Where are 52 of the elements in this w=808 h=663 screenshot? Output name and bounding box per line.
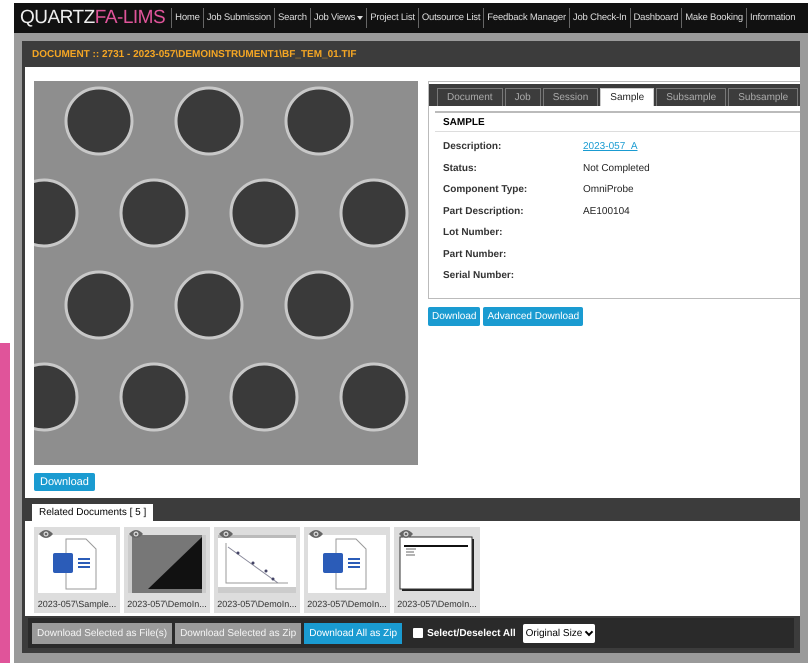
document-thumbnail-card[interactable]: 2023-057\Sample... <box>34 527 120 613</box>
nav-link[interactable]: Job Check-In <box>568 8 630 28</box>
tab[interactable]: Subsample <box>656 88 726 106</box>
field-label: Lot Number: <box>443 226 504 240</box>
nav-link[interactable]: Job Views <box>310 8 366 28</box>
document-thumbnail-card[interactable]: 2023-057\DemoIn... <box>124 527 210 613</box>
field-label: Part Number: <box>443 248 508 262</box>
field-value: Not Completed <box>583 162 650 176</box>
tab[interactable]: Subsample <box>728 88 798 106</box>
nav-link[interactable]: Home <box>171 8 203 28</box>
field-label: Part Description: <box>443 204 525 219</box>
field-label: Status: <box>443 162 478 176</box>
nav-link[interactable]: Project List <box>366 8 418 28</box>
field-label: Description: <box>443 140 502 154</box>
field-label: Component Type: <box>443 183 528 198</box>
nav-link[interactable]: Outsource List <box>418 8 484 28</box>
field-value: OmniProbe <box>583 183 634 198</box>
section-title: SAMPLE <box>435 113 800 132</box>
document-name: 2023-057\DemoIn... <box>127 598 207 611</box>
tab[interactable]: Session <box>542 88 598 106</box>
document-name: 2023-057\DemoIn... <box>397 598 477 611</box>
word-document-icon <box>308 535 386 593</box>
eye-icon[interactable] <box>38 529 54 539</box>
nav-link[interactable]: Job Submission <box>202 8 274 28</box>
tab[interactable]: Document <box>437 88 503 106</box>
document-name: 2023-057\DemoIn... <box>217 598 297 611</box>
related-documents-tab[interactable]: Related Documents [ 5 ] <box>32 504 154 521</box>
field-label: Serial Number: <box>443 269 516 284</box>
panel-title: DOCUMENT :: 2731 - 2023-057\DEMOINSTRUMENT1\BF_TEM_01.TIF <box>31 48 358 62</box>
word-document-icon <box>38 535 116 593</box>
document-name: 2023-057\Sample... <box>38 598 116 611</box>
field-value: AE100104 <box>583 204 630 219</box>
document-thumbnail-card[interactable]: 2023-057\DemoIn... <box>394 527 480 613</box>
eye-icon[interactable] <box>308 529 324 539</box>
eye-icon[interactable] <box>218 529 234 539</box>
logo-text: QUARTZ <box>20 6 95 30</box>
nav-link[interactable]: Feedback Manager <box>483 8 569 28</box>
tab[interactable]: Sample <box>600 88 654 106</box>
size-dropdown[interactable]: Original Size <box>522 624 596 642</box>
tab[interactable]: Job <box>504 88 541 106</box>
nav-link[interactable]: Information <box>746 8 798 28</box>
caret-icon <box>357 16 364 20</box>
checkbox[interactable] <box>413 628 424 638</box>
nav-link[interactable]: Make Booking <box>681 8 746 28</box>
nav-link[interactable]: Search <box>274 8 310 28</box>
document-thumbnail-card[interactable]: 2023-057\DemoIn... <box>214 527 300 613</box>
document-thumbnail-card[interactable]: 2023-057\DemoIn... <box>304 527 390 613</box>
document-name: 2023-057\DemoIn... <box>307 598 387 611</box>
nav-link[interactable]: Dashboard <box>630 8 682 28</box>
logo-text: FA-LIMS <box>94 6 166 30</box>
eye-icon[interactable] <box>398 529 414 539</box>
select-all-label: Select/Deselect All <box>427 626 516 640</box>
